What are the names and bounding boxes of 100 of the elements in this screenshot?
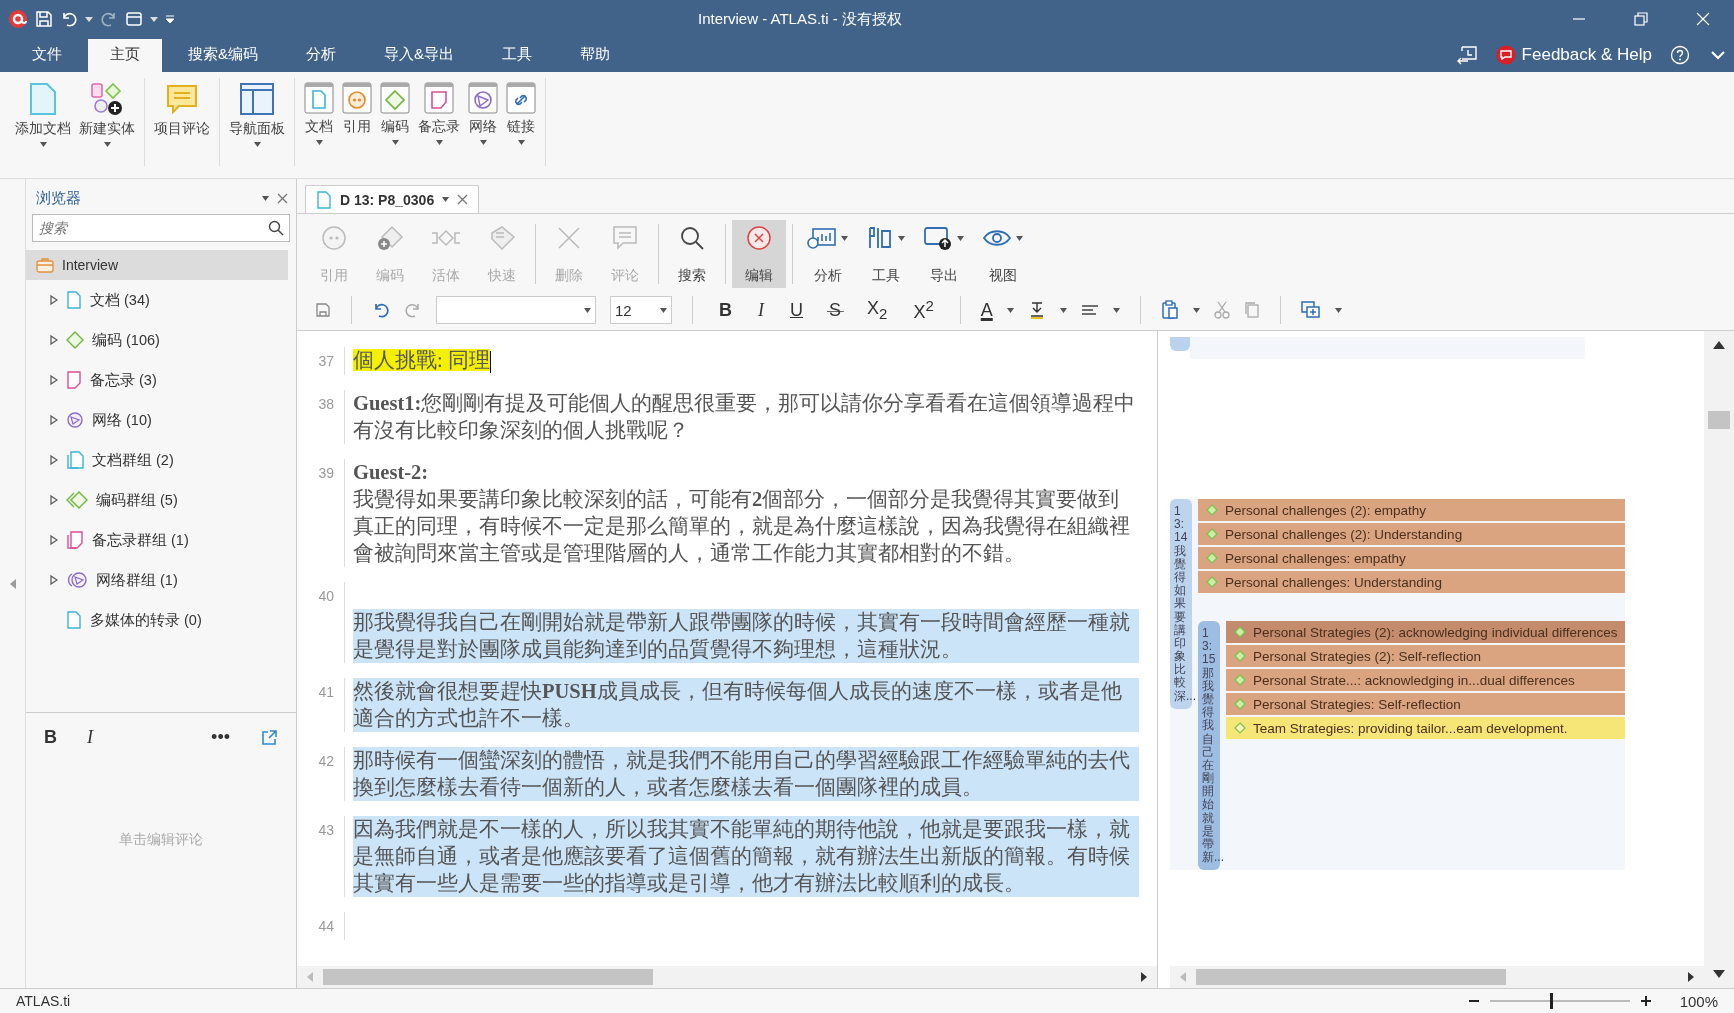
- caret-icon[interactable]: [1334, 307, 1342, 313]
- ribbon-button[interactable]: 新建实体: [76, 78, 138, 158]
- toolbar-button[interactable]: 搜索: [665, 220, 719, 288]
- menu-tab[interactable]: 主页: [88, 39, 162, 72]
- code-tag[interactable]: Personal Strate...: acknowledging in...dual differences: [1226, 669, 1626, 691]
- code-tag[interactable]: Personal Strategies (2): Self-reflection: [1226, 645, 1626, 667]
- code-tag[interactable]: Personal Strategies (2): acknowledging individual differences: [1226, 621, 1626, 643]
- bold-button[interactable]: B: [44, 727, 57, 748]
- scrollbar[interactable]: [297, 966, 1157, 988]
- collapse-arrow-icon[interactable]: [9, 578, 16, 589]
- scroll-thumb[interactable]: [1196, 969, 1506, 985]
- toolbar-button[interactable]: 视图: [974, 220, 1031, 288]
- caret-icon[interactable]: [442, 197, 450, 202]
- expand-arrow-icon[interactable]: [50, 375, 58, 385]
- restore-icon[interactable]: [1634, 12, 1648, 26]
- tree-item[interactable]: 文档群组 (2): [26, 440, 296, 480]
- code-tag[interactable]: Personal Strategies: Self-reflection: [1226, 693, 1626, 715]
- expand-arrow-icon[interactable]: [50, 295, 58, 305]
- tree-item[interactable]: 网络 (10): [26, 400, 296, 440]
- caret-icon[interactable]: [1192, 307, 1200, 313]
- toolbar-button[interactable]: 工具: [858, 220, 913, 288]
- tree-item[interactable]: 编码群组 (5): [26, 480, 296, 520]
- font-size-field[interactable]: 12: [610, 296, 672, 324]
- feedback-button[interactable]: Feedback & Help: [1489, 44, 1658, 66]
- search-field[interactable]: 搜索: [32, 214, 290, 242]
- italic-button[interactable]: I: [752, 299, 770, 321]
- zoom-in-icon[interactable]: [1639, 995, 1652, 1007]
- scrollbar[interactable]: [1170, 966, 1704, 988]
- tree-item[interactable]: 多媒体的转录 (0): [26, 600, 296, 640]
- expand-arrow-icon[interactable]: [50, 455, 58, 465]
- tree-item[interactable]: 文档 (34): [26, 280, 296, 320]
- ribbon-button[interactable]: 引用: [339, 78, 375, 158]
- caret-icon[interactable]: [1112, 307, 1120, 313]
- more-button[interactable]: •••: [211, 727, 230, 748]
- redo-icon[interactable]: [100, 10, 118, 28]
- presentation-icon[interactable]: [1455, 45, 1478, 65]
- ribbon-button[interactable]: 导航面板: [226, 78, 288, 158]
- ribbon-button[interactable]: 网络: [465, 78, 501, 158]
- scroll-up-icon[interactable]: [1713, 341, 1725, 349]
- caret-icon[interactable]: [1059, 307, 1067, 313]
- font-field[interactable]: [436, 296, 596, 324]
- search-icon[interactable]: [268, 220, 284, 236]
- ribbon-button[interactable]: 编码: [377, 78, 413, 158]
- ribbon-button[interactable]: 备忘录: [415, 78, 463, 158]
- tree-item[interactable]: Interview: [26, 250, 288, 280]
- italic-button[interactable]: I: [87, 727, 93, 748]
- code-tag[interactable]: Personal challenges: Understanding: [1198, 571, 1626, 593]
- caret-icon[interactable]: [85, 16, 93, 22]
- menu-tab[interactable]: 导入&导出: [362, 39, 477, 72]
- scrollbar[interactable]: [1704, 331, 1734, 988]
- undo-icon[interactable]: [60, 10, 78, 28]
- close-icon[interactable]: [277, 193, 288, 204]
- sup-button[interactable]: X$^{2}$: [907, 297, 940, 323]
- tree-item[interactable]: 备忘录 (3): [26, 360, 296, 400]
- menu-tab[interactable]: 文件: [10, 39, 84, 72]
- customize-icon[interactable]: [165, 14, 175, 24]
- expand-arrow-icon[interactable]: [50, 575, 58, 585]
- underline-button[interactable]: U: [784, 299, 809, 321]
- sub-button[interactable]: X$_{2}$: [861, 298, 894, 322]
- menu-tab[interactable]: 帮助: [558, 39, 633, 72]
- caret-icon[interactable]: [262, 196, 269, 201]
- scroll-right-icon[interactable]: [1688, 972, 1694, 982]
- scroll-thumb[interactable]: [1708, 411, 1730, 429]
- app-logo-icon[interactable]: [8, 9, 28, 29]
- code-tag[interactable]: Team Strategies: providing tailor...eam development.: [1226, 717, 1626, 739]
- ribbon-button[interactable]: 添加文档: [12, 78, 74, 158]
- expand-arrow-icon[interactable]: [50, 415, 58, 425]
- toolbar-button[interactable]: 编辑: [732, 220, 786, 288]
- expand-arrow-icon[interactable]: [50, 495, 58, 505]
- font-color-button[interactable]: A: [980, 299, 993, 321]
- menu-tab[interactable]: 搜索&编码: [166, 39, 280, 72]
- menu-tab[interactable]: 工具: [480, 39, 555, 72]
- tree-item[interactable]: 备忘录群组 (1): [26, 520, 296, 560]
- caret-icon[interactable]: [150, 16, 158, 22]
- scroll-thumb[interactable]: [323, 969, 653, 985]
- code-tag[interactable]: Personal challenges: empathy: [1198, 547, 1626, 569]
- paste-icon[interactable]: [1160, 300, 1179, 320]
- ribbon-button[interactable]: 文档: [301, 78, 337, 158]
- close-icon[interactable]: [457, 194, 469, 205]
- insert-icon[interactable]: [1300, 301, 1321, 319]
- align-icon[interactable]: [1080, 302, 1099, 318]
- toolbar-button[interactable]: 导出: [915, 220, 972, 288]
- bold-button[interactable]: B: [713, 299, 738, 321]
- code-tag[interactable]: Personal challenges (2): empathy: [1198, 499, 1626, 521]
- open-external-icon[interactable]: [260, 728, 278, 747]
- scroll-down-icon[interactable]: [1713, 970, 1725, 978]
- document-tab[interactable]: D 13: P8_0306: [305, 185, 480, 213]
- slider-thumb[interactable]: [1549, 993, 1553, 1009]
- menu-tab[interactable]: 分析: [284, 39, 358, 72]
- tree-item[interactable]: 编码 (106): [26, 320, 296, 360]
- expand-arrow-icon[interactable]: [50, 535, 58, 545]
- code-tag[interactable]: Personal challenges (2): Understanding: [1198, 523, 1626, 545]
- toolbar-button[interactable]: 分析: [799, 220, 856, 288]
- undo-icon[interactable]: [372, 302, 390, 318]
- scroll-right-icon[interactable]: [1141, 972, 1147, 982]
- expand-arrow-icon[interactable]: [50, 335, 58, 345]
- tree-item[interactable]: 网络群组 (1): [26, 560, 296, 600]
- save-icon[interactable]: [315, 302, 331, 318]
- comment-field[interactable]: 单击编辑评论: [26, 756, 296, 988]
- window-icon[interactable]: [125, 10, 143, 28]
